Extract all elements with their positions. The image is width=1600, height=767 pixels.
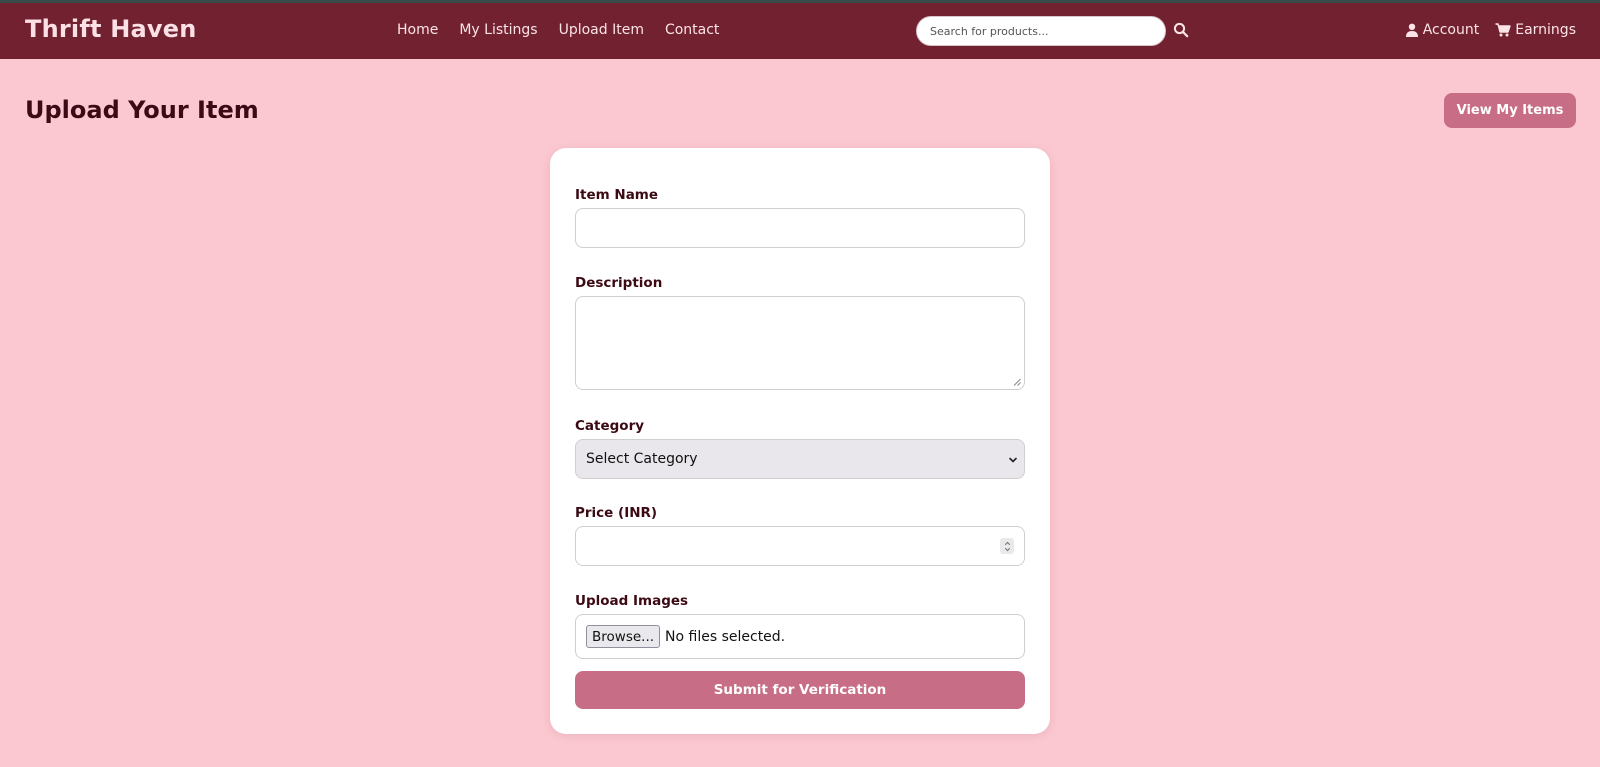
price-input[interactable] <box>575 526 1025 566</box>
view-my-items-button[interactable]: View My Items <box>1444 93 1576 128</box>
description-textarea[interactable] <box>575 296 1025 390</box>
search-input[interactable] <box>916 16 1166 46</box>
category-select[interactable]: Select Category <box>575 439 1025 479</box>
search-icon[interactable] <box>1173 22 1189 38</box>
earnings-link[interactable]: Earnings <box>1495 22 1576 38</box>
item-name-label: Item Name <box>575 187 659 203</box>
resize-grip-icon[interactable] <box>1013 378 1021 386</box>
nav-link-home[interactable]: Home <box>397 22 438 38</box>
upload-images-label: Upload Images <box>575 593 689 609</box>
upload-form-card: Item Name Description Category Select Ca… <box>550 148 1050 734</box>
cart-icon <box>1495 23 1511 37</box>
chevron-down-icon <box>1009 457 1017 463</box>
browse-button[interactable]: Browse... <box>586 625 661 648</box>
category-label: Category <box>575 418 645 434</box>
spinner-arrows-icon <box>1004 541 1010 551</box>
brand-logo[interactable]: Thrift Haven <box>25 15 196 43</box>
account-label: Account <box>1422 22 1480 38</box>
nav-link-upload-item[interactable]: Upload Item <box>559 22 644 38</box>
user-icon <box>1405 23 1418 37</box>
account-links: Account Earnings <box>1405 22 1576 38</box>
nav-link-contact[interactable]: Contact <box>665 22 719 38</box>
category-selected-value: Select Category <box>586 451 698 467</box>
earnings-label: Earnings <box>1515 22 1576 38</box>
description-label: Description <box>575 275 663 291</box>
submit-for-verification-button[interactable]: Submit for Verification <box>575 671 1025 709</box>
number-spinner[interactable] <box>1000 538 1014 554</box>
navbar: Thrift Haven Home My Listings Upload Ite… <box>0 3 1600 59</box>
account-link[interactable]: Account <box>1405 22 1480 38</box>
image-file-input[interactable]: Browse... No files selected. <box>575 614 1025 659</box>
file-status-text: No files selected. <box>665 628 786 645</box>
price-label: Price (INR) <box>575 505 658 521</box>
page-title: Upload Your Item <box>25 96 259 124</box>
nav-link-my-listings[interactable]: My Listings <box>459 22 537 38</box>
main-nav: Home My Listings Upload Item Contact <box>397 22 719 38</box>
item-name-input[interactable] <box>575 208 1025 248</box>
